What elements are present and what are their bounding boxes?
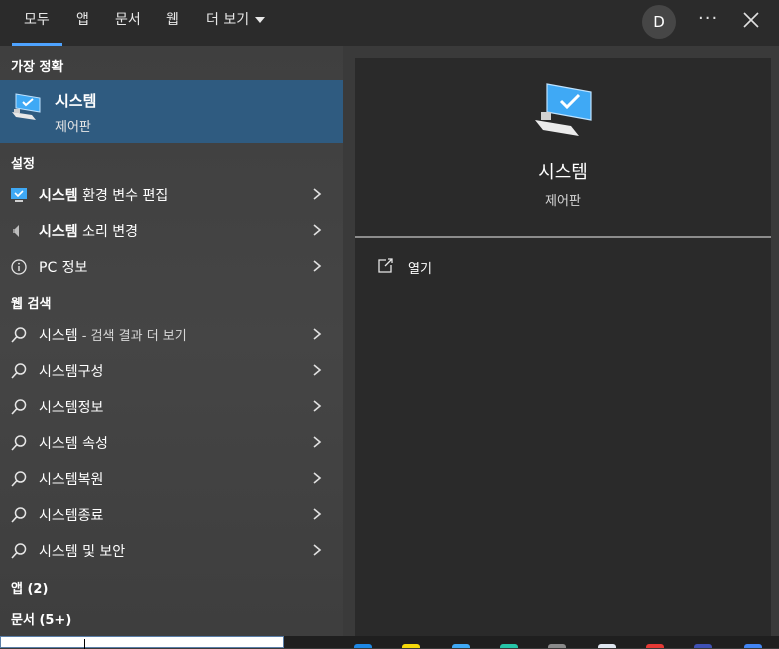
taskbar-app-icon[interactable]	[744, 644, 762, 648]
more-options-button[interactable]: ···	[698, 8, 718, 29]
system-monitor-icon	[12, 93, 41, 120]
best-match-title: 시스템	[55, 92, 97, 110]
settings-item-label: PC 정보	[39, 260, 88, 276]
tab-apps[interactable]: 앱	[76, 0, 89, 46]
search-icon	[11, 471, 27, 487]
best-match-item[interactable]: 시스템 제어판	[0, 80, 343, 143]
settings-heading: 설정	[11, 157, 35, 172]
results-pane: 가장 정확 시스템 제어판 설정 시스템 환경 변수 편집 시스템 소리 변경	[0, 46, 343, 636]
chevron-right-icon	[313, 328, 322, 340]
account-avatar[interactable]: D	[642, 5, 676, 39]
preview-divider	[355, 236, 771, 238]
web-item-label: 시스템	[39, 328, 78, 344]
web-item-system-security[interactable]: 시스템 및 보안	[0, 533, 343, 567]
search-icon	[11, 327, 27, 343]
web-item-label: 시스템종료	[39, 508, 104, 524]
web-item-more-results[interactable]: 시스템 - 검색 결과 더 보기	[0, 317, 343, 351]
chevron-right-icon	[313, 224, 322, 236]
web-item-system-properties[interactable]: 시스템 속성	[0, 425, 343, 459]
search-icon	[11, 543, 27, 559]
web-item-label: 시스템 및 보안	[39, 544, 126, 560]
search-icon	[11, 363, 27, 379]
search-icon	[11, 399, 27, 415]
search-icon	[11, 435, 27, 451]
taskbar-app-icon[interactable]	[694, 644, 712, 648]
chevron-right-icon	[313, 508, 322, 520]
taskbar-app-icon[interactable]	[500, 644, 518, 648]
best-match-subtitle: 제어판	[55, 120, 91, 135]
close-icon[interactable]	[742, 11, 760, 29]
system-monitor-icon	[535, 83, 592, 136]
web-item-label: 시스템복원	[39, 472, 104, 488]
chevron-right-icon	[313, 188, 322, 200]
search-icon	[11, 507, 27, 523]
settings-item-label: 환경 변수 편집	[77, 188, 169, 204]
web-item-system-shutdown[interactable]: 시스템종료	[0, 497, 343, 531]
taskbar-app-icon[interactable]	[402, 644, 420, 648]
web-item-label: 시스템 속성	[39, 436, 108, 452]
web-item-label: 시스템정보	[39, 400, 104, 416]
chevron-right-icon	[313, 472, 322, 484]
tab-documents[interactable]: 문서	[115, 0, 141, 46]
tab-web[interactable]: 웹	[166, 0, 179, 46]
settings-item-bold: 시스템	[39, 188, 78, 204]
taskbar-app-icon[interactable]	[452, 644, 470, 648]
settings-item-bold: 시스템	[39, 224, 78, 240]
settings-item-sound[interactable]: 시스템 소리 변경	[0, 213, 343, 247]
web-item-label: 시스템구성	[39, 364, 104, 380]
documents-heading[interactable]: 문서 (5+)	[11, 609, 71, 628]
open-action-label: 열기	[408, 262, 432, 277]
chevron-right-icon	[313, 364, 322, 376]
speaker-icon	[13, 225, 19, 237]
chevron-right-icon	[313, 436, 322, 448]
taskbar-app-icon[interactable]	[598, 644, 616, 648]
web-item-system-restore[interactable]: 시스템복원	[0, 461, 343, 495]
search-input[interactable]	[0, 636, 284, 649]
settings-item-env-vars[interactable]: 시스템 환경 변수 편집	[0, 177, 343, 211]
preview-title: 시스템	[538, 162, 588, 183]
chevron-right-icon	[313, 260, 322, 272]
chevron-right-icon	[313, 400, 322, 412]
chevron-right-icon	[313, 544, 322, 556]
preview-subtitle: 제어판	[545, 194, 581, 209]
taskbar-app-icon[interactable]	[646, 644, 664, 648]
tab-more-label: 더 보기	[206, 12, 250, 28]
preview-pane: 시스템 제어판 열기	[355, 58, 771, 636]
web-item-sublabel: - 검색 결과 더 보기	[77, 329, 187, 344]
settings-item-label: 소리 변경	[77, 224, 139, 240]
taskbar-app-icon[interactable]	[548, 644, 566, 648]
web-item-system-config[interactable]: 시스템구성	[0, 353, 343, 387]
top-bar: 모두 앱 문서 웹 더 보기 D ···	[0, 0, 779, 46]
monitor-check-icon	[11, 188, 27, 202]
tab-all[interactable]: 모두	[12, 0, 62, 46]
web-search-heading: 웹 검색	[11, 297, 52, 312]
tab-more[interactable]: 더 보기	[206, 0, 266, 46]
best-match-heading: 가장 정확	[11, 60, 64, 75]
web-item-system-info[interactable]: 시스템정보	[0, 389, 343, 423]
taskbar-app-icon[interactable]	[354, 644, 372, 648]
settings-item-pc-info[interactable]: PC 정보	[0, 249, 343, 283]
apps-heading[interactable]: 앱 (2)	[11, 578, 48, 597]
chevron-down-icon	[255, 17, 266, 23]
info-icon	[11, 259, 27, 275]
open-external-icon	[378, 258, 393, 273]
